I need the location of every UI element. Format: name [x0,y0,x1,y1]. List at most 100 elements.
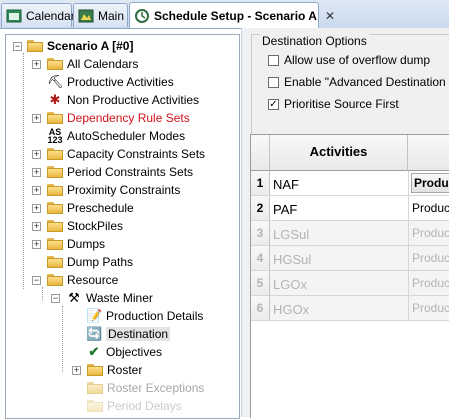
tree-item-period-delays[interactable]: Period Delays [87,397,182,415]
allow-overflow-dump-checkbox[interactable]: Allow use of overflow dump [268,53,430,67]
calendar-icon [6,8,22,24]
production-cell: Produc [408,246,449,270]
schedule-setup-icon [134,8,150,24]
tree-item-proximity-constraints[interactable]: + Proximity Constraints [32,181,180,199]
close-icon[interactable]: ✕ [325,9,335,23]
tree-item-preschedule[interactable]: + Preschedule [32,199,134,217]
folder-icon [47,220,63,232]
tree-item-all-calendars[interactable]: + All Calendars [32,55,138,73]
tree-item-label: All Calendars [67,57,139,71]
tree-item-roster[interactable]: + Roster [72,361,142,379]
tree-item-capacity-constraints-sets[interactable]: + Capacity Constraints Sets [32,145,205,163]
row-number: 2 [251,196,270,220]
pane-splitter[interactable] [241,28,248,417]
expand-icon[interactable]: + [32,239,41,249]
tree-item-label: Period Delays [107,399,182,413]
folder-icon [47,184,63,196]
tree-item-label: Dumps [67,237,106,251]
table-row: 4 HGSul Produc [251,246,449,271]
tab-schedule-setup[interactable]: Schedule Setup - Scenario A ✕ [129,2,335,28]
folder-open-icon [27,40,43,52]
checkmark-icon: ✔ [88,344,100,359]
destination-panel: Destination Options Allow use of overflo… [248,28,449,418]
tree-item-stockpiles[interactable]: + StockPiles [32,217,123,235]
prioritise-source-first-checkbox[interactable]: ✓ Prioritise Source First [268,97,399,111]
expand-icon[interactable]: + [32,59,41,69]
tree-item-non-productive-activities[interactable]: ✱ Non Productive Activities [47,91,200,109]
tree-item-resource[interactable]: − Resource [32,271,118,289]
tree-item-label: Roster [107,363,143,377]
tree-item-waste-miner[interactable]: − ⚒ Waste Miner [51,289,153,307]
activity-cell: HGSul [273,252,312,267]
expand-icon[interactable]: + [32,149,41,159]
tree-root[interactable]: − Scenario A [#0] [13,37,133,55]
tab-calendar[interactable]: Calendar [1,3,75,27]
column-header-activities[interactable]: Activities [269,135,407,171]
tree-root-label: Scenario A [#0] [47,39,134,53]
production-cell[interactable]: Produ [408,171,449,195]
column-header-production[interactable] [407,135,449,171]
checkbox-box[interactable] [268,54,279,66]
tree-item-productive-activities[interactable]: ⛏ Productive Activities [47,73,174,91]
tree-item-label: Productive Activities [67,75,174,89]
tree-item-label: Capacity Constraints Sets [67,147,206,161]
row-number: 5 [251,271,270,295]
folder-icon [47,238,63,250]
checkbox-label: Allow use of overflow dump [284,53,431,67]
folder-icon [87,400,103,412]
tree-item-objectives[interactable]: ✔ Objectives [86,343,162,361]
enable-advanced-destination-checkbox[interactable]: Enable "Advanced Destination Se [268,75,449,89]
table-row: 5 LGOx Produc [251,271,449,296]
folder-icon [87,382,103,394]
tree-line [42,287,43,301]
tree-item-period-constraints-sets[interactable]: + Period Constraints Sets [32,163,193,181]
table-row[interactable]: 1 NAF Produ [251,171,449,196]
folder-icon [47,148,63,160]
table-row: 6 HGOx Produc [251,296,449,321]
folder-icon [47,166,63,178]
tree-item-destination[interactable]: 🔄 Destination [86,325,171,343]
tree-line [62,306,63,372]
autoscheduler-icon: AS 123 [47,127,63,145]
row-number: 1 [251,171,270,195]
production-cell: Produc [408,271,449,295]
tree-item-label: Proximity Constraints [67,183,181,197]
expand-icon[interactable]: + [32,203,41,213]
tab-main[interactable]: Main [73,3,128,27]
expand-icon[interactable]: + [32,167,41,177]
expand-icon[interactable]: + [72,365,81,375]
checkbox-box[interactable] [268,76,279,88]
activities-grid[interactable]: Activities 1 NAF Produ 2 PAF Produc 3 LG… [250,134,449,418]
activity-cell[interactable]: PAF [273,196,297,220]
table-row: 3 LGSul Produc [251,221,449,246]
collapse-icon[interactable]: − [13,41,22,51]
row-number: 3 [251,221,270,245]
table-row[interactable]: 2 PAF Produc [251,196,449,221]
group-title: Destination Options [260,34,369,48]
production-cell[interactable]: Produc [408,196,449,220]
tree-item-dependency-rule-sets[interactable]: + Dependency Rule Sets [32,109,190,127]
expand-icon[interactable]: + [32,113,41,123]
folder-open-icon [47,274,63,286]
folder-icon [47,256,63,268]
production-dropdown[interactable]: Produ [411,173,449,193]
tree-item-label: Preschedule [67,201,134,215]
tree-item-label: Non Productive Activities [67,93,200,107]
scenario-tree[interactable]: − Scenario A [#0] + All Calendars ⛏ Prod… [5,34,240,419]
tab-label: Calendar [26,8,75,23]
tree-item-autoscheduler-modes[interactable]: AS 123 AutoScheduler Modes [47,127,185,145]
tree-item-roster-exceptions[interactable]: Roster Exceptions [87,379,204,397]
activity-cell[interactable]: NAF [273,171,299,195]
collapse-icon[interactable]: − [51,293,60,303]
row-number: 4 [251,246,270,270]
tree-item-dump-paths[interactable]: Dump Paths [47,253,133,271]
tree-item-production-details[interactable]: 📝 Production Details [86,307,203,325]
expand-icon[interactable]: + [32,185,41,195]
expand-icon[interactable]: + [32,221,41,231]
collapse-icon[interactable]: − [32,275,41,285]
tree-item-dumps[interactable]: + Dumps [32,235,105,253]
tree-item-label: Resource [67,273,119,287]
tree-item-label: AutoScheduler Modes [67,129,186,143]
check-icon[interactable]: ✓ [268,98,279,110]
checkbox-label: Enable "Advanced Destination Se [284,75,449,89]
